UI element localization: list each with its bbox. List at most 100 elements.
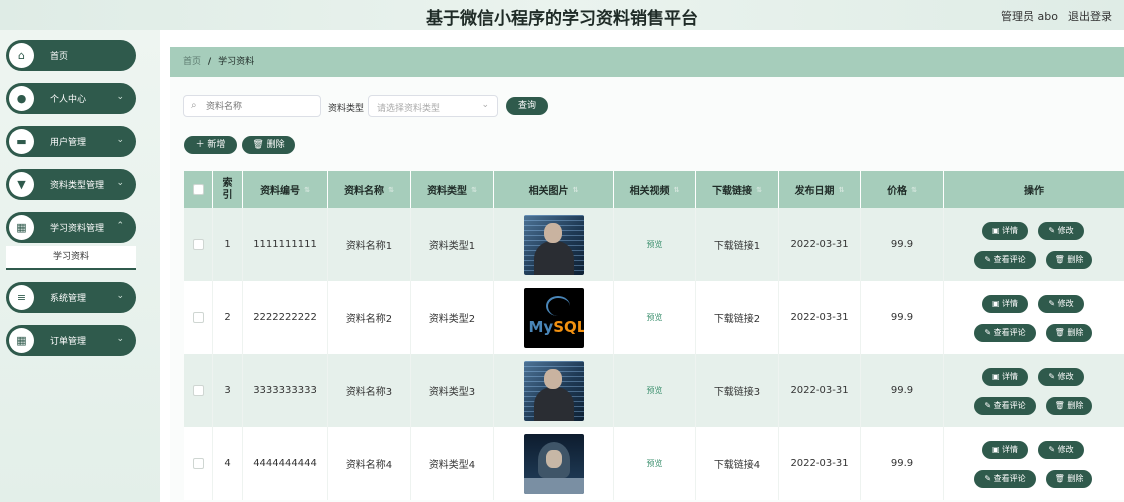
breadcrumb-separator: /	[207, 57, 212, 67]
view-comments-button[interactable]: ✎ 查看评论	[974, 324, 1036, 342]
sidebar-item-orders[interactable]: ▦ 订单管理 ⌄	[6, 325, 136, 356]
col-video[interactable]: 相关视频 ⇅	[614, 171, 696, 208]
edit-button-label: 修改	[1057, 372, 1074, 381]
cell-video[interactable]: 预览	[614, 354, 696, 427]
cell-index: 3	[213, 354, 243, 427]
cell-type: 资料类型4	[411, 427, 494, 500]
edit-button[interactable]: ✎ 修改	[1038, 441, 1084, 459]
cell-code: 2222222222	[243, 281, 328, 354]
sort-icon: ⇅	[673, 185, 680, 194]
table-header: 索引 资料编号 ⇅ 资料名称 ⇅ 资料类型 ⇅ 相关图片 ⇅ 相关视频 ⇅ 下载链接 ⇅ 发…	[184, 171, 1124, 208]
detail-button[interactable]: ▣ 详情	[982, 295, 1028, 313]
sidebar-item-profile[interactable]: ● 个人中心 ⌄	[6, 83, 136, 114]
select-all-checkbox[interactable]	[192, 184, 204, 195]
delete-button[interactable]: 🗑 删除	[242, 136, 295, 154]
detail-button-label: 详情	[1002, 226, 1019, 235]
users-icon: ▬	[9, 129, 34, 154]
table-row: 1 1111111111 资料名称1 资料类型1 预览 下载链接1 2022-03-31 99…	[184, 208, 1124, 281]
row-checkbox[interactable]	[192, 385, 204, 396]
name-search-input[interactable]	[204, 99, 318, 115]
cell-link: 下载链接1	[696, 208, 779, 281]
sidebar-item-users[interactable]: ▬ 用户管理 ⌄	[6, 126, 136, 157]
home-icon: ⌂	[9, 43, 34, 68]
detail-button[interactable]: ▣ 详情	[982, 441, 1028, 459]
material-thumbnail[interactable]	[523, 360, 584, 421]
edit-button[interactable]: ✎ 修改	[1038, 368, 1084, 386]
cell-video[interactable]: 预览	[614, 427, 696, 500]
row-checkbox[interactable]	[192, 312, 204, 323]
chevron-down-icon: ⌄	[481, 100, 489, 110]
type-select[interactable]: 请选择资料类型 ⌄	[368, 95, 498, 117]
row-checkbox[interactable]	[192, 239, 204, 250]
col-index-label: 索引	[222, 177, 233, 201]
name-search-field[interactable]: ⌕	[183, 95, 321, 117]
edit-button[interactable]: ✎ 修改	[1038, 222, 1084, 240]
col-type[interactable]: 资料类型 ⇅	[411, 171, 494, 208]
col-price[interactable]: 价格 ⇅	[861, 171, 944, 208]
cell-date: 2022-03-31	[779, 281, 861, 354]
chevron-down-icon: ⌄	[116, 135, 124, 145]
cell-type: 资料类型2	[411, 281, 494, 354]
sidebar-item-home[interactable]: ⌂ 首页	[6, 40, 136, 71]
document-icon: ▣	[991, 372, 1003, 381]
edit-icon: ✎	[984, 474, 994, 483]
edit-button-label: 修改	[1057, 299, 1074, 308]
material-thumbnail[interactable]	[523, 214, 584, 275]
detail-button[interactable]: ▣ 详情	[982, 368, 1028, 386]
material-thumbnail[interactable]: MySQL	[523, 287, 584, 348]
row-delete-button[interactable]: 🗑 删除	[1046, 397, 1092, 415]
sidebar-item-system[interactable]: ≡ 系统管理 ⌄	[6, 282, 136, 313]
sidebar-item-materials[interactable]: ▦ 学习资料管理 ⌃	[6, 212, 136, 243]
col-video-label: 相关视频	[629, 186, 670, 197]
cell-video[interactable]: 预览	[614, 208, 696, 281]
col-link-label: 下载链接	[712, 186, 753, 197]
material-thumbnail[interactable]	[523, 433, 584, 494]
cell-index: 1	[213, 208, 243, 281]
breadcrumb-home[interactable]: 首页	[183, 57, 201, 67]
view-comments-button[interactable]: ✎ 查看评论	[974, 470, 1036, 488]
view-comments-button[interactable]: ✎ 查看评论	[974, 397, 1036, 415]
cell-price: 99.9	[861, 281, 944, 354]
cell-image[interactable]	[494, 354, 614, 427]
edit-button-label: 修改	[1057, 226, 1074, 235]
col-price-label: 价格	[887, 186, 908, 197]
col-date[interactable]: 发布日期 ⇅	[779, 171, 861, 208]
row-delete-button[interactable]: 🗑 删除	[1046, 470, 1092, 488]
edit-button[interactable]: ✎ 修改	[1038, 295, 1084, 313]
col-name[interactable]: 资料名称 ⇅	[328, 171, 411, 208]
col-actions: 操作	[944, 171, 1124, 208]
sidebar-item-label: 首页	[50, 52, 69, 62]
cell-date: 2022-03-31	[779, 354, 861, 427]
cell-image[interactable]	[494, 427, 614, 500]
top-header: 基于微信小程序的学习资料销售平台 管理员 abo 退出登录	[0, 0, 1124, 30]
col-link[interactable]: 下载链接 ⇅	[696, 171, 779, 208]
row-select-cell	[184, 427, 213, 500]
row-checkbox[interactable]	[192, 458, 204, 469]
row-delete-button[interactable]: 🗑 删除	[1046, 251, 1092, 269]
view-comments-button[interactable]: ✎ 查看评论	[974, 251, 1036, 269]
row-delete-button[interactable]: 🗑 删除	[1046, 324, 1092, 342]
add-button[interactable]: ＋ 新增	[184, 136, 237, 154]
chevron-up-icon: ⌃	[116, 221, 124, 231]
logout-link[interactable]: 退出登录	[1068, 8, 1112, 24]
sidebar-item-label: 订单管理	[50, 337, 87, 347]
cell-code: 4444444444	[243, 427, 328, 500]
cell-image[interactable]: MySQL	[494, 281, 614, 354]
sidebar-item-material-types[interactable]: ▼ 资料类型管理 ⌄	[6, 169, 136, 200]
detail-button[interactable]: ▣ 详情	[982, 222, 1028, 240]
cell-date: 2022-03-31	[779, 208, 861, 281]
query-button[interactable]: 查询	[506, 97, 548, 115]
cell-video[interactable]: 预览	[614, 281, 696, 354]
sidebar-subitem-materials[interactable]: 学习资料	[6, 246, 136, 270]
sort-icon: ⇅	[304, 185, 310, 194]
col-code[interactable]: 资料编号 ⇅	[243, 171, 328, 208]
cell-name: 资料名称4	[328, 427, 411, 500]
col-image[interactable]: 相关图片 ⇅	[494, 171, 614, 208]
row-select-cell	[184, 354, 213, 427]
person-icon: ●	[9, 86, 34, 111]
cell-date: 2022-03-31	[779, 427, 861, 500]
sort-icon: ⇅	[756, 185, 762, 194]
cell-image[interactable]	[494, 208, 614, 281]
col-date-label: 发布日期	[794, 186, 835, 197]
trash-icon: 🗑	[1054, 328, 1068, 337]
